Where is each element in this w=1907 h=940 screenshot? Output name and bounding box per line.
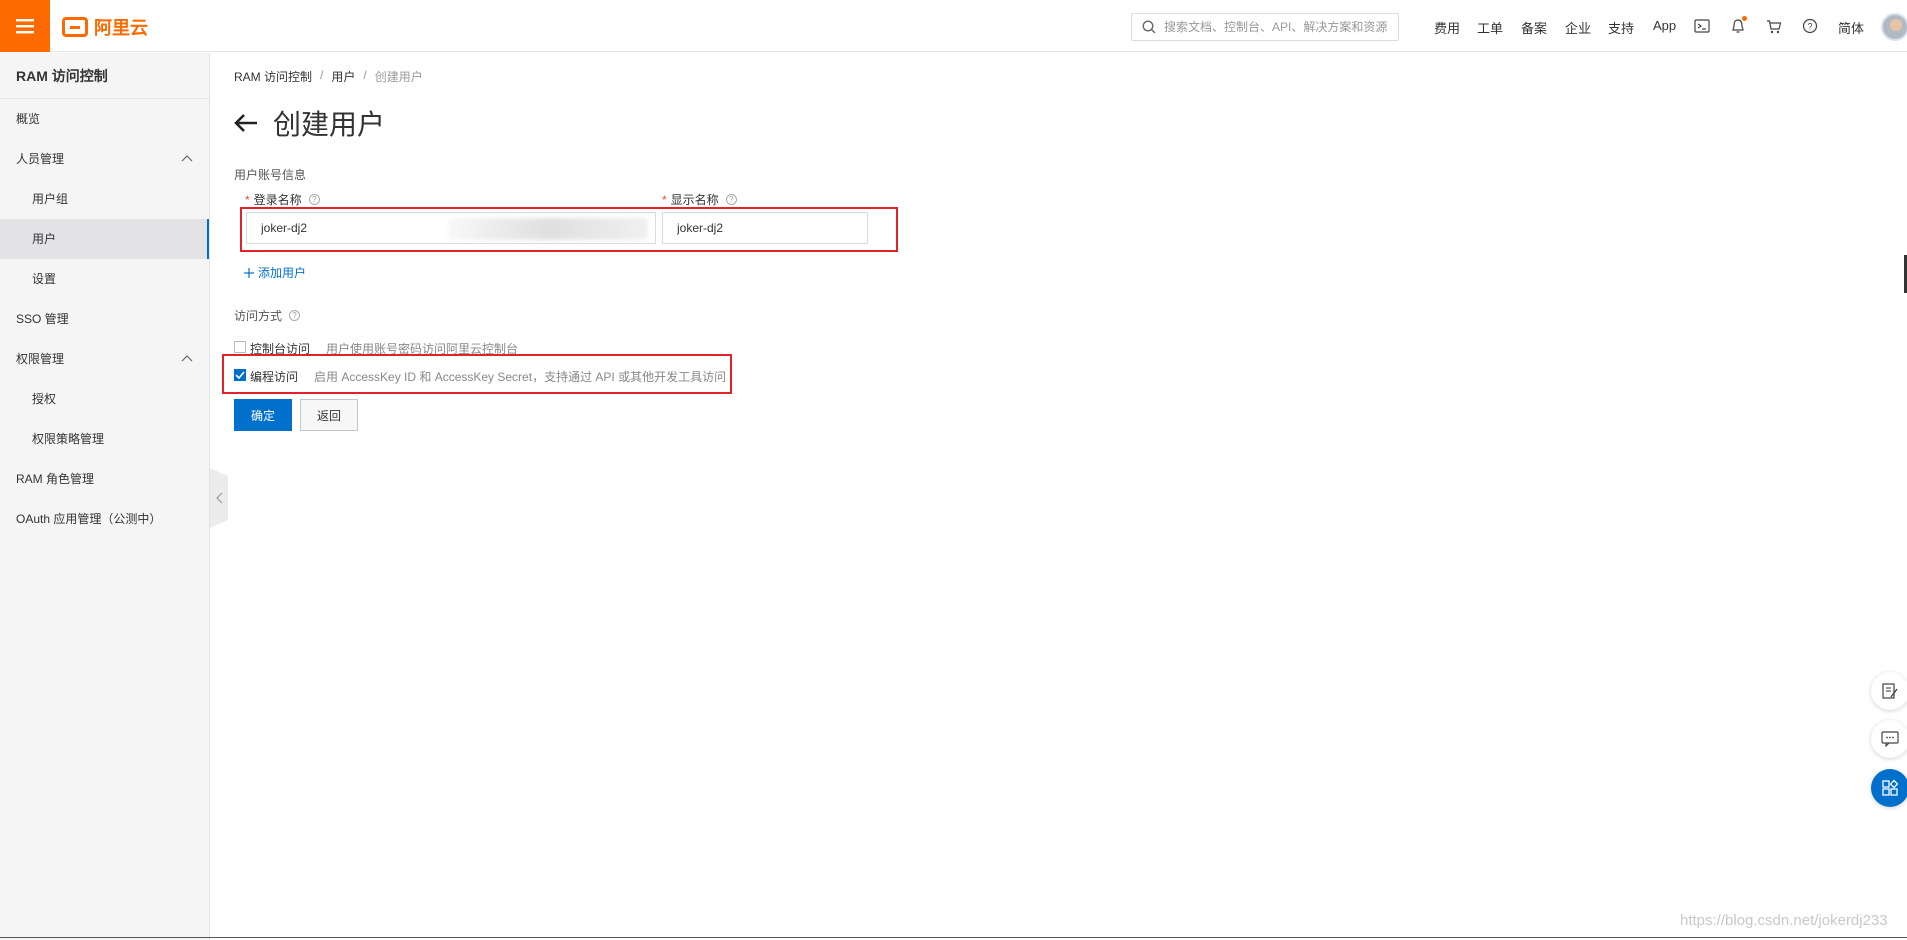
sidebar-item-label: OAuth 应用管理（公测中） bbox=[16, 512, 162, 526]
aliyun-logo[interactable]: 阿里云 bbox=[62, 14, 148, 40]
sidebar-item-policies[interactable]: 权限策略管理 bbox=[0, 419, 209, 459]
search-input[interactable] bbox=[1164, 20, 1389, 34]
breadcrumb: RAM 访问控制 / 用户 / 创建用户 bbox=[234, 68, 423, 85]
apps-button[interactable] bbox=[1871, 769, 1907, 807]
sidebar: RAM 访问控制 概览 人员管理 用户组 用户 设置 SSO 管理 权限管理 授… bbox=[0, 53, 210, 940]
login-name-label: * 登录名称 ? bbox=[245, 191, 320, 208]
search-icon bbox=[1142, 20, 1156, 34]
nav-app[interactable]: App bbox=[1653, 18, 1676, 33]
display-name-label: * 显示名称 ? bbox=[662, 191, 737, 208]
back-button[interactable]: 返回 bbox=[300, 399, 358, 431]
watermark: https://blog.csdn.net/jokerdj233 bbox=[1680, 912, 1888, 929]
sidebar-collapse-handle[interactable] bbox=[210, 468, 228, 528]
sidebar-item-label: 权限策略管理 bbox=[32, 432, 105, 446]
sidebar-item-label: SSO 管理 bbox=[16, 312, 69, 326]
nav-tickets[interactable]: 工单 bbox=[1477, 18, 1503, 37]
breadcrumb-users[interactable]: 用户 bbox=[331, 68, 355, 85]
sidebar-item-label: 概览 bbox=[16, 112, 41, 126]
sidebar-item-grants[interactable]: 授权 bbox=[0, 379, 209, 419]
apps-grid-icon bbox=[1882, 779, 1899, 796]
sidebar-item-groups[interactable]: 用户组 bbox=[0, 179, 209, 219]
display-name-label-text: 显示名称 bbox=[670, 193, 719, 207]
notification-dot bbox=[1742, 16, 1747, 21]
chevron-left-icon bbox=[215, 492, 222, 504]
highlight-box-name-fields bbox=[240, 207, 898, 252]
sidebar-item-settings[interactable]: 设置 bbox=[0, 259, 209, 299]
svg-text:?: ? bbox=[1807, 22, 1812, 32]
chat-button[interactable] bbox=[1871, 720, 1907, 758]
page-header: 创建用户 bbox=[233, 103, 385, 143]
sidebar-item-label: 授权 bbox=[32, 392, 57, 406]
user-avatar[interactable] bbox=[1881, 13, 1907, 41]
login-name-label-text: 登录名称 bbox=[253, 193, 302, 207]
sidebar-item-permissions[interactable]: 权限管理 bbox=[0, 339, 209, 379]
global-search[interactable] bbox=[1131, 13, 1399, 41]
breadcrumb-current: 创建用户 bbox=[374, 70, 423, 84]
sidebar-item-roles[interactable]: RAM 角色管理 bbox=[0, 459, 209, 499]
breadcrumb-separator: / bbox=[363, 68, 367, 82]
add-user-link[interactable]: 添加用户 bbox=[244, 264, 306, 281]
access-section-label: 访问方式 ? bbox=[234, 307, 301, 324]
aliyun-logo-icon bbox=[62, 17, 88, 37]
help-icon[interactable]: ? bbox=[725, 194, 737, 205]
access-section-label-text: 访问方式 bbox=[234, 309, 283, 323]
sidebar-item-overview[interactable]: 概览 bbox=[0, 99, 209, 139]
chevron-up-icon bbox=[181, 155, 193, 162]
required-mark: * bbox=[662, 192, 667, 207]
chat-icon bbox=[1881, 731, 1899, 747]
terminal-icon[interactable] bbox=[1692, 16, 1712, 36]
nav-enterprise[interactable]: 企业 bbox=[1565, 18, 1591, 37]
help-icon[interactable]: ? bbox=[1800, 16, 1820, 36]
plus-icon bbox=[244, 267, 254, 278]
required-mark: * bbox=[245, 192, 250, 207]
language-switch[interactable]: 简体 bbox=[1838, 18, 1864, 37]
cart-icon[interactable] bbox=[1764, 16, 1784, 36]
console-access-checkbox[interactable] bbox=[234, 341, 246, 353]
nav-billing[interactable]: 费用 bbox=[1434, 18, 1460, 37]
account-section-label: 用户账号信息 bbox=[234, 168, 307, 182]
sidebar-item-oauth[interactable]: OAuth 应用管理（公测中） bbox=[0, 499, 209, 539]
help-icon[interactable]: ? bbox=[289, 310, 301, 321]
sidebar-item-label: 权限管理 bbox=[16, 352, 65, 366]
nav-support[interactable]: 支持 bbox=[1608, 18, 1634, 37]
sidebar-title: RAM 访问控制 bbox=[0, 53, 209, 99]
sidebar-item-label: 人员管理 bbox=[16, 152, 65, 166]
breadcrumb-ram[interactable]: RAM 访问控制 bbox=[234, 68, 312, 85]
sidebar-item-label: RAM 角色管理 bbox=[16, 472, 95, 486]
feedback-button[interactable] bbox=[1871, 672, 1907, 710]
add-user-label: 添加用户 bbox=[258, 266, 307, 280]
chevron-up-icon bbox=[181, 355, 193, 362]
nav-icp-filing[interactable]: 备案 bbox=[1521, 18, 1547, 37]
sidebar-item-label: 用户组 bbox=[32, 192, 69, 206]
back-arrow-icon[interactable] bbox=[233, 113, 259, 133]
sidebar-item-label: 设置 bbox=[32, 272, 57, 286]
bell-icon[interactable] bbox=[1728, 16, 1748, 36]
hamburger-menu-button[interactable] bbox=[0, 0, 50, 52]
top-bar: 阿里云 费用 工单 备案 企业 支持 App ? 简体 bbox=[0, 0, 1907, 52]
menu-icon bbox=[16, 19, 34, 34]
bottom-border bbox=[0, 937, 1907, 938]
edit-note-icon bbox=[1882, 683, 1898, 699]
sidebar-item-sso[interactable]: SSO 管理 bbox=[0, 299, 209, 339]
breadcrumb-separator: / bbox=[320, 68, 324, 82]
sidebar-item-label: 用户 bbox=[32, 232, 57, 246]
sidebar-item-identities[interactable]: 人员管理 bbox=[0, 139, 209, 179]
highlight-box-programmatic bbox=[222, 354, 732, 394]
brand-name: 阿里云 bbox=[94, 18, 148, 38]
page-title: 创建用户 bbox=[273, 109, 386, 140]
sidebar-item-users[interactable]: 用户 bbox=[0, 219, 209, 259]
help-icon[interactable]: ? bbox=[308, 194, 320, 205]
confirm-button[interactable]: 确定 bbox=[234, 399, 292, 431]
